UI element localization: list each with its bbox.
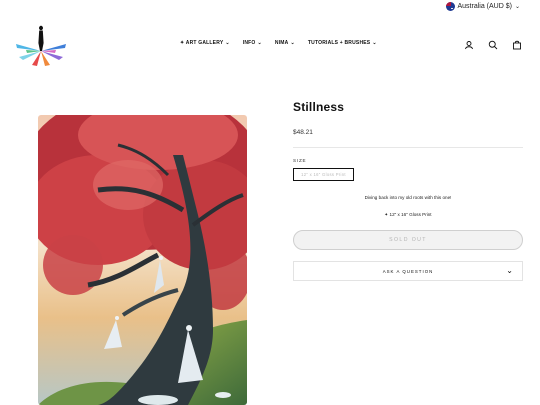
nav-art-gallery[interactable]: ✦ ART GALLERY ⌄ <box>180 40 230 46</box>
product-image[interactable] <box>38 115 247 405</box>
nav-label: INFO <box>242 40 256 46</box>
chevron-down-icon: ⌄ <box>372 40 377 46</box>
divider <box>293 147 523 148</box>
product-title: Stillness <box>293 100 345 114</box>
chevron-down-icon: ⌄ <box>290 40 295 46</box>
cart-icon[interactable] <box>512 40 522 50</box>
product-info: Stillness $48.21 SIZE 12" x 16" Gloss Pr… <box>293 100 523 281</box>
ask-question-button[interactable]: ASK A QUESTION ⌄ <box>293 261 523 281</box>
size-option[interactable]: 12" x 16" Gloss Print <box>293 168 354 181</box>
search-icon[interactable] <box>488 40 498 50</box>
nav-info[interactable]: INFO ⌄ <box>243 40 262 46</box>
locale-label: Australia (AUD $) <box>457 3 512 10</box>
nav-label: NIMA <box>274 40 289 46</box>
chevron-down-icon: ⌄ <box>514 3 520 10</box>
main-nav: ✦ ART GALLERY ⌄ INFO ⌄ NIMA ⌄ TUTORIALS … <box>180 40 377 46</box>
product-spec: ✦ 12" x 16" Gloss Print <box>384 212 432 217</box>
australia-flag-icon <box>445 2 455 11</box>
nav-nima[interactable]: NIMA ⌄ <box>275 40 295 46</box>
nav-label: ✦ ART GALLERY <box>180 40 224 46</box>
brand-logo[interactable] <box>14 24 68 66</box>
chevron-down-icon: ⌄ <box>225 40 230 46</box>
chevron-down-icon: ⌄ <box>257 40 262 46</box>
sold-out-button[interactable]: SOLD OUT <box>293 230 523 250</box>
nav-tutorials-brushes[interactable]: TUTORIALS + BRUSHES ⌄ <box>308 40 377 46</box>
product-description: Diving back into my old roots with this … <box>364 195 452 200</box>
chevron-down-icon: ⌄ <box>506 266 514 275</box>
locale-selector[interactable]: Australia (AUD $) ⌄ <box>445 2 520 11</box>
top-bar: Australia (AUD $) ⌄ <box>0 0 540 14</box>
nav-label: TUTORIALS + BRUSHES <box>307 40 371 46</box>
ask-question-label: ASK A QUESTION <box>382 268 434 274</box>
size-label: SIZE <box>293 158 307 163</box>
product-price: $48.21 <box>293 129 313 136</box>
header-icons <box>464 40 522 50</box>
account-icon[interactable] <box>464 40 474 50</box>
